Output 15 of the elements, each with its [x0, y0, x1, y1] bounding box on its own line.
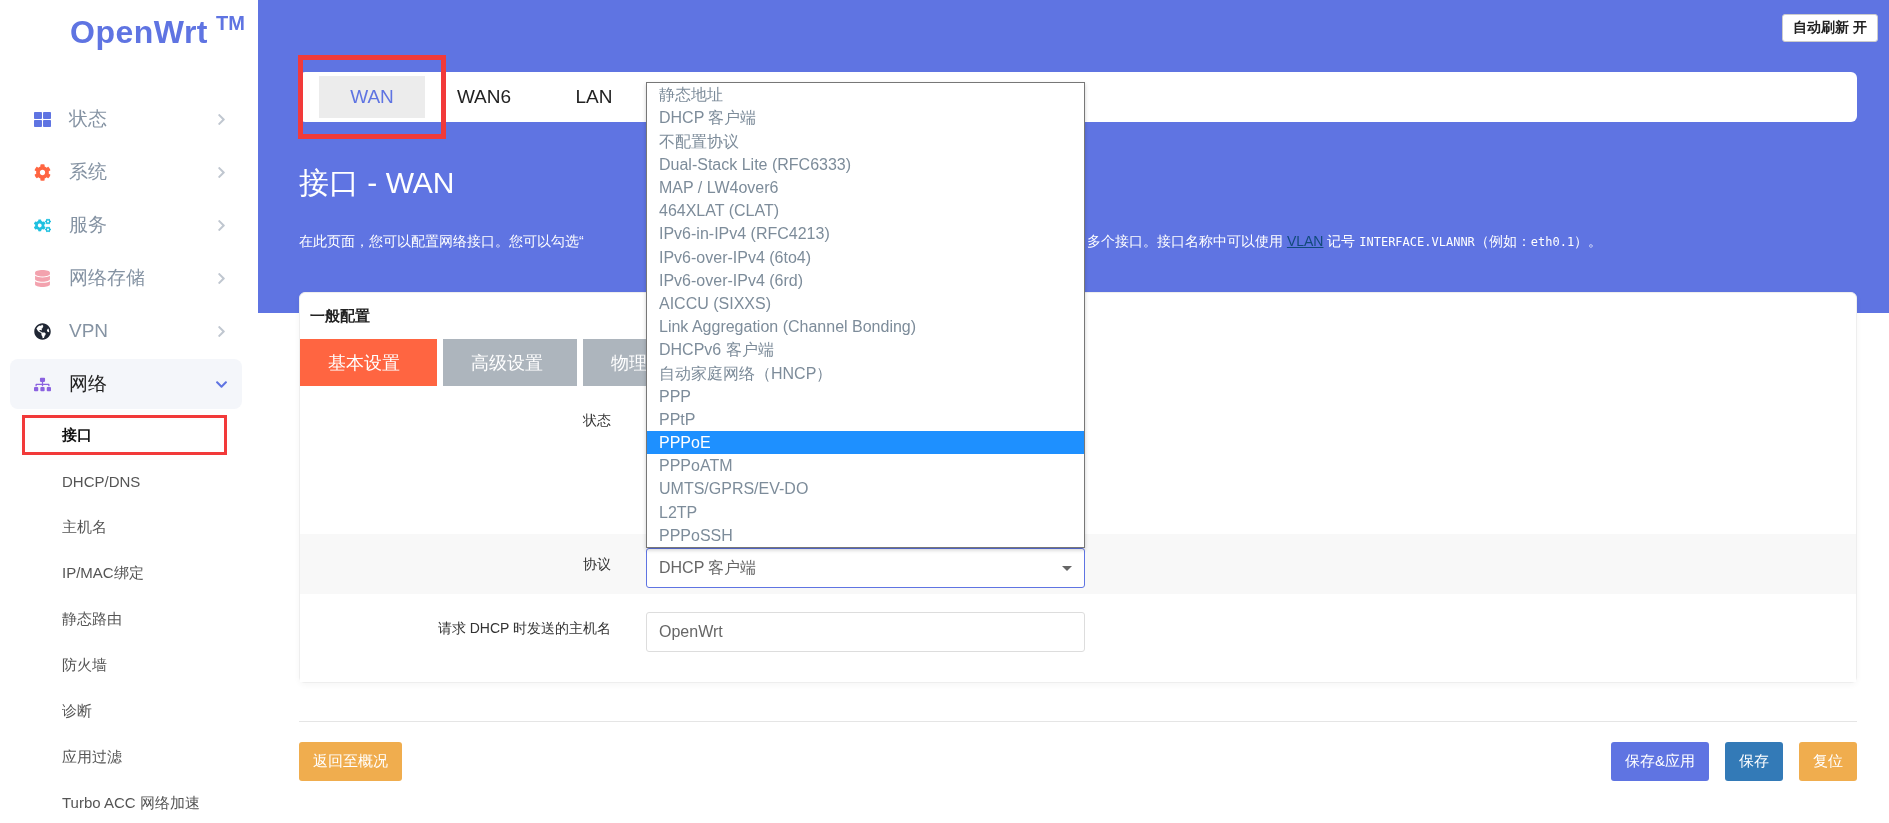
trademark-mark: TM [216, 12, 245, 35]
menu-label: 网络 [69, 372, 108, 396]
field-label: 状态 [582, 411, 611, 430]
menu-label: 服务 [69, 213, 108, 237]
menu-label: 状态 [69, 107, 108, 131]
logo-text: OpenWrt [70, 14, 208, 51]
field-label: 协议 [582, 555, 611, 574]
menu-label: 系统 [69, 160, 108, 184]
menu-label: VPN [69, 320, 110, 342]
description-text: 在此页面，您可以配置网络接口。您可以勾选“ [299, 233, 584, 251]
field-label: 请求 DHCP 时发送的主机名 [436, 619, 611, 638]
page-title: 接口 - WAN [299, 165, 455, 201]
card-title: 一般配置 [310, 306, 370, 326]
description-text: 多个接口。接口名称中可以使用 VLAN 记号 INTERFACE.VLANNR（例如：eth0.1）。 [1087, 233, 1603, 251]
menu-label: 网络存储 [69, 266, 146, 290]
